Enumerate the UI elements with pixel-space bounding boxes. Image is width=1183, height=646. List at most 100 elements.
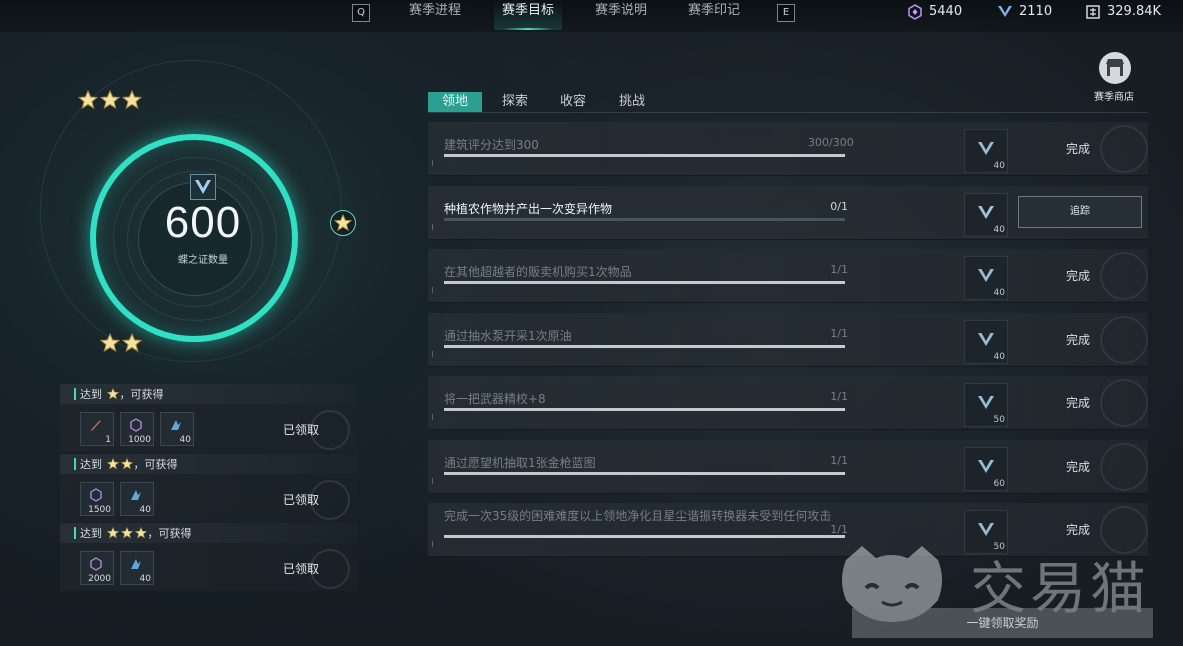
- tab-containment[interactable]: 收容: [560, 92, 586, 112]
- star-icon: [134, 527, 147, 539]
- task-description: 通过愿望机抽取1张金枪蓝图: [444, 456, 596, 470]
- crystal-icon: [130, 418, 142, 432]
- task-progress-text: 1/1: [830, 327, 848, 340]
- task-tick-mark: [432, 287, 433, 293]
- reward-claimed-status: 已领取: [283, 562, 320, 576]
- reward-item-count: 1000: [128, 435, 151, 445]
- row-divider: [428, 366, 1148, 367]
- row-divider: [428, 239, 1148, 240]
- reward-tier-prefix: 达到: [80, 527, 102, 540]
- task-tick-mark: [432, 351, 433, 357]
- tab-territory[interactable]: 领地: [428, 92, 483, 112]
- task-description: 建筑评分达到300: [444, 138, 539, 152]
- shard-icon: [131, 559, 141, 569]
- key-hint-q[interactable]: Q: [352, 4, 370, 22]
- task-progress-bar: [444, 281, 845, 284]
- reward-tier-2: 达到 ，可获得 1500 40 已领取: [60, 454, 357, 522]
- task-reward-item[interactable]: 40: [964, 320, 1008, 364]
- task-reward-item[interactable]: 40: [964, 256, 1008, 300]
- task-progress-text: 0/1: [830, 200, 848, 213]
- task-row: 通过愿望机抽取1张金枪蓝图 1/1 60 完成: [428, 440, 1148, 494]
- task-progress-bar: [444, 345, 845, 348]
- tab-season-info[interactable]: 赛季说明: [595, 2, 647, 30]
- task-reward-count: 40: [993, 352, 1005, 362]
- reward-tier-prefix: 达到: [80, 388, 102, 401]
- task-progress-text: 300/300: [808, 136, 854, 149]
- butterfly-count-label: 蝶之证数量: [178, 255, 228, 266]
- check-icon: [1100, 443, 1148, 491]
- row-divider: [428, 175, 1148, 176]
- reward-item-count: 40: [139, 574, 151, 584]
- reward-item[interactable]: 40: [120, 482, 154, 516]
- dagger-icon: [91, 420, 101, 431]
- butterfly-amount: 2110: [1019, 4, 1053, 19]
- reward-tier-header: 达到 ，可获得: [60, 523, 357, 543]
- reward-item[interactable]: 1: [80, 412, 114, 446]
- butterfly-icon: [978, 142, 994, 155]
- reward-item[interactable]: 40: [160, 412, 194, 446]
- crystal-icon: [90, 488, 102, 502]
- butterfly-icon: [195, 180, 211, 194]
- task-complete-status: 完成: [1066, 460, 1091, 474]
- check-icon: [1100, 379, 1148, 427]
- tab-season-mark[interactable]: 赛季印记: [688, 2, 740, 30]
- key-hint-e[interactable]: E: [777, 4, 795, 22]
- season-shop-button[interactable]: 赛季商店: [1094, 52, 1140, 103]
- task-complete-status: 完成: [1066, 269, 1091, 283]
- task-reward-count: 40: [993, 288, 1005, 298]
- butterfly-count: 600: [164, 198, 242, 247]
- reward-tier-header: 达到 ，可获得: [60, 384, 357, 404]
- check-icon: [1100, 252, 1148, 300]
- task-reward-count: 40: [993, 161, 1005, 171]
- reward-item[interactable]: 1000: [120, 412, 154, 446]
- task-reward-item[interactable]: 40: [964, 129, 1008, 173]
- shard-icon: [171, 420, 181, 430]
- star-icon: [100, 333, 120, 353]
- task-progress-fill: [444, 281, 845, 284]
- row-divider: [428, 429, 1148, 430]
- claim-all-button[interactable]: 一键领取奖励: [852, 608, 1153, 638]
- star-icon: [122, 333, 142, 353]
- tab-season-goals[interactable]: 赛季目标: [493, 0, 563, 30]
- progress-ring-panel: 600 蝶之证数量: [40, 60, 380, 380]
- milestone-1-star: [330, 210, 356, 236]
- task-progress-fill: [444, 408, 845, 411]
- reward-claimed-status: 已领取: [283, 493, 320, 507]
- tab-explore[interactable]: 探索: [502, 92, 528, 112]
- task-reward-item[interactable]: 50: [964, 383, 1008, 427]
- milestone-3-stars: [78, 90, 144, 112]
- star-icon: [122, 90, 142, 110]
- reward-tier-header: 达到 ，可获得: [60, 454, 357, 474]
- star-icon: [106, 527, 119, 539]
- task-reward-count: 40: [993, 225, 1005, 235]
- reward-tier-suffix: ，可获得: [147, 527, 192, 540]
- butterfly-emblem: [190, 174, 216, 200]
- reward-item[interactable]: 2000: [80, 551, 114, 585]
- task-reward-item[interactable]: 40: [964, 193, 1008, 237]
- task-description: 种植农作物并产出一次变异作物: [444, 202, 613, 216]
- row-divider: [428, 493, 1148, 494]
- task-complete-status: 完成: [1066, 396, 1091, 410]
- reward-tier-suffix: ，可获得: [119, 388, 164, 401]
- task-row: 在其他超越者的贩卖机购买1次物品 1/1 40 完成: [428, 249, 1148, 303]
- task-complete-status: 完成: [1066, 142, 1091, 156]
- reward-tier-3: 达到 ，可获得 2000 40 已领取: [60, 523, 357, 591]
- task-reward-item[interactable]: 60: [964, 447, 1008, 491]
- task-tick-mark: [432, 541, 433, 547]
- task-tick-mark: [432, 224, 433, 230]
- reward-item[interactable]: 1500: [80, 482, 114, 516]
- task-tick-mark: [432, 478, 433, 484]
- reward-item[interactable]: 40: [120, 551, 154, 585]
- task-progress-text: 1/1: [830, 390, 848, 403]
- crystal-icon: [908, 4, 922, 20]
- track-button[interactable]: 追踪: [1018, 196, 1142, 228]
- tab-challenge[interactable]: 挑战: [619, 92, 645, 112]
- star-icon: [120, 458, 133, 470]
- task-description: 将一把武器精校+8: [444, 392, 546, 406]
- milestone-2-stars: [100, 333, 144, 355]
- task-row: 种植农作物并产出一次变异作物 0/1 40 追踪: [428, 186, 1148, 240]
- task-row: 通过抽水泵开采1次原油 1/1 40 完成: [428, 313, 1148, 367]
- task-progress-text: 1/1: [830, 263, 848, 276]
- task-progress-text: 1/1: [830, 454, 848, 467]
- tab-season-progress[interactable]: 赛季进程: [409, 2, 461, 30]
